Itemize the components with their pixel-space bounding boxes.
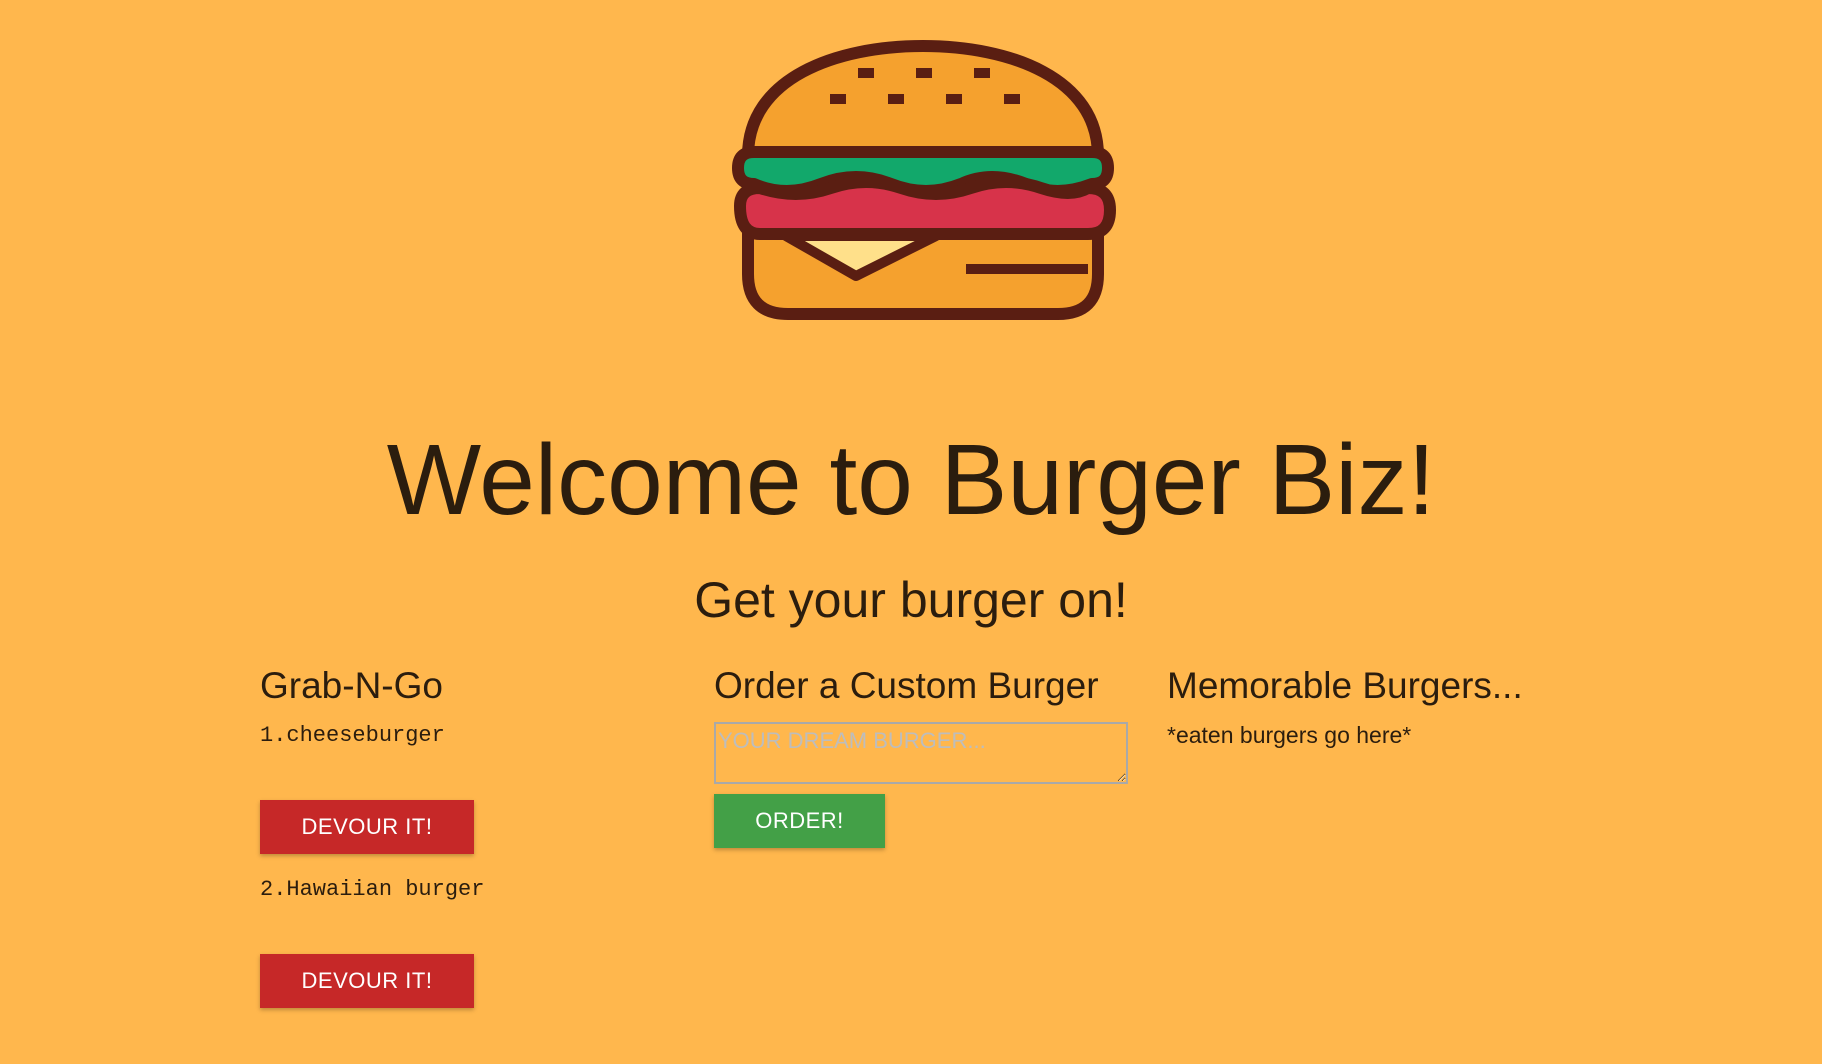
page-subtitle: Get your burger on!	[694, 572, 1128, 628]
dream-burger-input[interactable]	[714, 722, 1128, 784]
devour-button[interactable]: DEVOUR IT!	[260, 800, 474, 854]
burger-name: 1.cheeseburger	[260, 723, 445, 748]
list-item: 1.cheeseburger DEVOUR IT!	[260, 722, 680, 854]
burger-icon	[732, 40, 1116, 320]
memorable-heading: Memorable Burgers...	[1167, 665, 1523, 706]
burger-list: 1.cheeseburger DEVOUR IT! 2.Hawaiian bur…	[260, 722, 680, 1008]
devour-button[interactable]: DEVOUR IT!	[260, 954, 474, 1008]
page-title: Welcome to Burger Biz!	[386, 424, 1436, 536]
memorable-section: Memorable Burgers... *eaten burgers go h…	[1167, 662, 1587, 750]
custom-order-section: Order a Custom Burger ORDER!	[714, 662, 1144, 848]
burger-name: 2.Hawaiian burger	[260, 877, 485, 902]
order-button[interactable]: ORDER!	[714, 794, 885, 848]
grab-n-go-heading: Grab-N-Go	[260, 665, 443, 706]
burger-logo	[726, 38, 1120, 328]
custom-order-heading: Order a Custom Burger	[714, 665, 1099, 706]
eaten-burgers-note: *eaten burgers go here*	[1167, 722, 1412, 748]
list-item: 2.Hawaiian burger DEVOUR IT!	[260, 876, 680, 1008]
grab-n-go-section: Grab-N-Go 1.cheeseburger DEVOUR IT! 2.Ha…	[260, 662, 680, 1008]
